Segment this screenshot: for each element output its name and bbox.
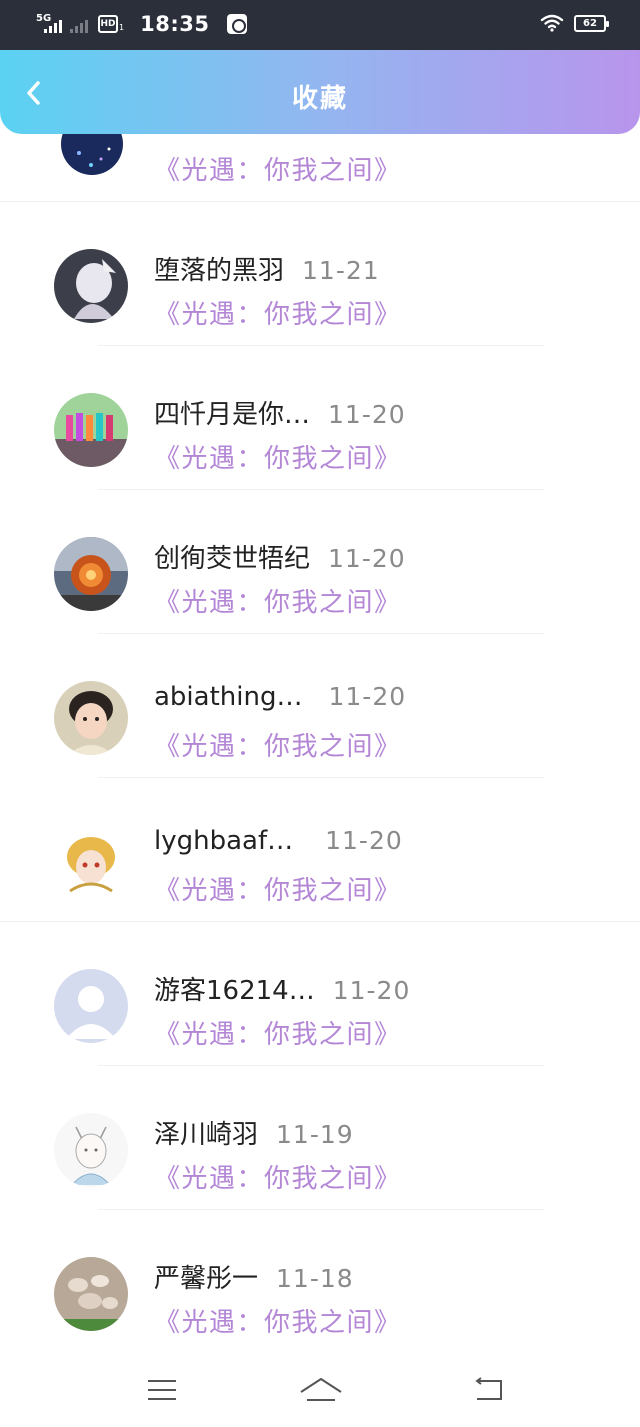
hd-sub: 1 bbox=[119, 23, 125, 32]
hd-icon: HD 1 bbox=[98, 15, 124, 33]
name-row: lyghbaaf… 11-20 bbox=[154, 826, 403, 856]
list-item[interactable]: 游客16214… 11-20 《光遇：你我之间》 bbox=[0, 922, 640, 1066]
list-item[interactable]: 堕落的黑羽 11-21 《光遇：你我之间》 bbox=[0, 202, 640, 346]
name-row: 严馨彤一 11-18 bbox=[154, 1258, 354, 1295]
avatar bbox=[54, 249, 128, 323]
list-item[interactable]: 泽川崎羽 11-19 《光遇：你我之间》 bbox=[0, 1066, 640, 1210]
collect-title: 《光遇：你我之间》 bbox=[154, 732, 402, 762]
collect-title: 《光遇：你我之间》 bbox=[154, 1164, 402, 1194]
list-item[interactable]: lyghbaaf… 11-20 《光遇：你我之间》 bbox=[0, 778, 640, 922]
list-item[interactable]: 四忏月是你… 11-20 《光遇：你我之间》 bbox=[0, 346, 640, 490]
avatar bbox=[54, 681, 128, 755]
username: 创徇茭世牾纪 bbox=[154, 544, 311, 574]
username: abiathing… bbox=[154, 682, 303, 712]
favorites-list: 《光遇：你我之间》 堕落的黑羽 11-21 《光遇：你我之间》 四忏月是你… 1… bbox=[0, 0, 640, 1427]
name-row: 游客16214… 11-20 bbox=[154, 970, 410, 1007]
clock: 18:35 bbox=[140, 12, 210, 36]
return-icon bbox=[475, 1377, 502, 1400]
date: 11-21 bbox=[302, 256, 380, 285]
date: 11-20 bbox=[328, 682, 407, 711]
avatar bbox=[54, 393, 128, 467]
collect-title: 《光遇：你我之间》 bbox=[154, 876, 402, 906]
status-bar: 5G HD 1 18:35 62 bbox=[0, 0, 640, 52]
list-item[interactable]: abiathing… 11-20 《光遇：你我之间》 bbox=[0, 634, 640, 778]
avatar bbox=[54, 1113, 128, 1187]
username: 堕落的黑羽 bbox=[154, 256, 285, 286]
date: 11-18 bbox=[276, 1264, 354, 1293]
return-button[interactable] bbox=[468, 1370, 508, 1410]
collect-title: 《光遇：你我之间》 bbox=[154, 588, 402, 618]
menu-icon bbox=[148, 1380, 176, 1400]
name-row: 四忏月是你… 11-20 bbox=[154, 394, 406, 431]
collect-title: 《光遇：你我之间》 bbox=[154, 300, 402, 330]
date: 11-20 bbox=[325, 826, 403, 855]
list-item[interactable]: 创徇茭世牾纪 11-20 《光遇：你我之间》 bbox=[0, 490, 640, 634]
avatar bbox=[54, 969, 128, 1043]
menu-button[interactable] bbox=[142, 1370, 182, 1410]
list-item[interactable]: 严馨彤一 11-18 《光遇：你我之间》 bbox=[0, 1210, 640, 1354]
name-row: abiathing… 11-20 bbox=[154, 682, 406, 712]
date: 11-20 bbox=[328, 400, 406, 429]
date: 11-20 bbox=[332, 976, 411, 1005]
system-nav-bar bbox=[0, 1352, 640, 1427]
favorites-screen: 《光遇：你我之间》 堕落的黑羽 11-21 《光遇：你我之间》 四忏月是你… 1… bbox=[0, 0, 640, 1427]
app-notification-icon bbox=[227, 14, 248, 34]
signal-icon bbox=[68, 13, 90, 35]
signal-5g-icon: 5G bbox=[36, 13, 62, 35]
date: 11-20 bbox=[328, 544, 406, 573]
battery-level: 62 bbox=[583, 17, 597, 29]
collect-title: 《光遇：你我之间》 bbox=[154, 156, 402, 186]
wifi-icon bbox=[540, 14, 564, 32]
home-button[interactable] bbox=[298, 1370, 344, 1410]
home-icon bbox=[300, 1378, 342, 1401]
avatar bbox=[54, 537, 128, 611]
date: 11-19 bbox=[276, 1120, 354, 1149]
battery-icon: 62 bbox=[574, 14, 609, 32]
collect-title: 《光遇：你我之间》 bbox=[154, 1020, 402, 1050]
name-row: 堕落的黑羽 11-21 bbox=[154, 250, 380, 287]
name-row: 创徇茭世牾纪 11-20 bbox=[154, 538, 406, 575]
collect-title: 《光遇：你我之间》 bbox=[154, 1308, 402, 1338]
app-header: 收藏 bbox=[0, 50, 640, 134]
avatar bbox=[54, 1257, 128, 1331]
username: lyghbaaf… bbox=[154, 826, 294, 856]
username: 泽川崎羽 bbox=[154, 1120, 259, 1150]
username: 游客16214… bbox=[154, 976, 315, 1006]
name-row: 泽川崎羽 11-19 bbox=[154, 1114, 354, 1151]
hd-label: HD bbox=[98, 15, 118, 33]
avatar bbox=[54, 825, 128, 899]
username: 四忏月是你… bbox=[154, 400, 311, 430]
collect-title: 《光遇：你我之间》 bbox=[154, 444, 402, 474]
page-title: 收藏 bbox=[291, 84, 348, 114]
username: 严馨彤一 bbox=[154, 1264, 259, 1294]
